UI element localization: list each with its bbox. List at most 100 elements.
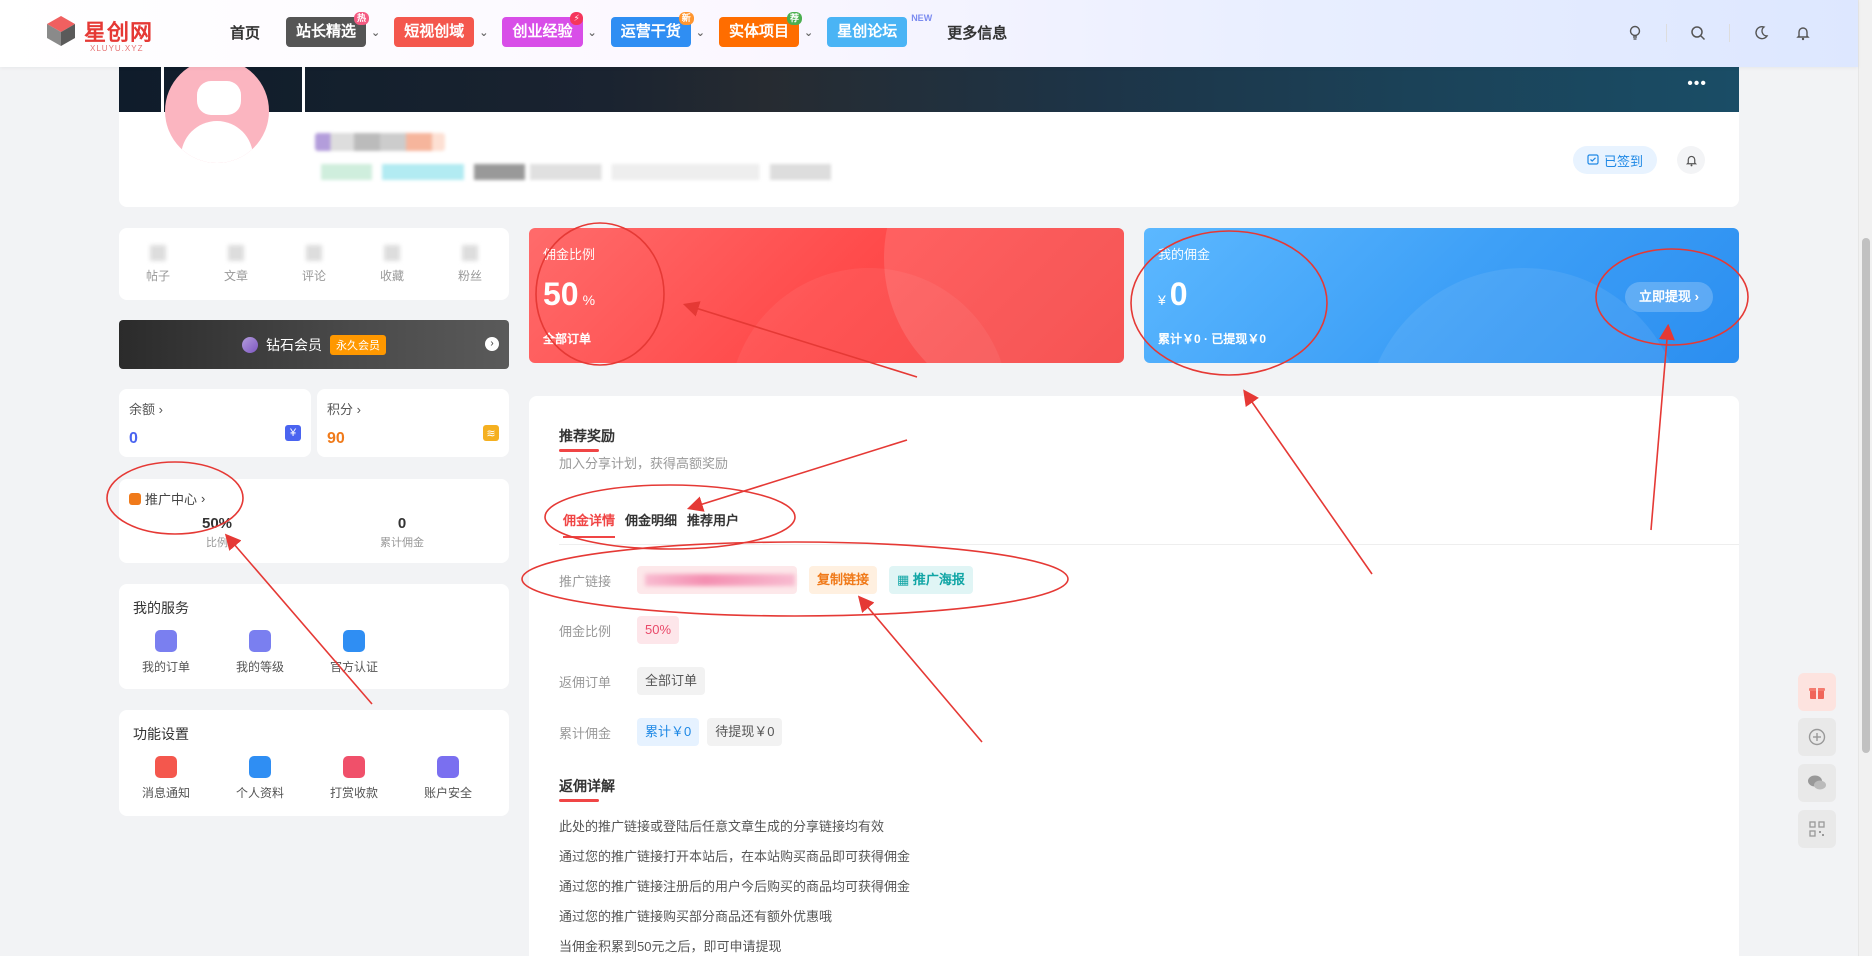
services-title: 我的服务 <box>133 600 189 616</box>
stat-label: 文章 <box>223 268 248 283</box>
stat-label: 评论 <box>301 268 326 283</box>
nav-item-3[interactable]: 创业经验 ⚡ ⌄ <box>502 12 597 47</box>
reward-tab-2[interactable]: 推荐用户 <box>687 510 739 529</box>
signed-in-button[interactable]: 已签到 <box>1572 146 1657 174</box>
promo-commission: 0 累计佣金 <box>342 515 462 550</box>
order-value-tag: 全部订单 <box>637 667 706 695</box>
scrollbar-thumb[interactable] <box>1862 238 1870 753</box>
vip-banner[interactable]: 钻石会员 永久会员 › <box>119 320 509 369</box>
withdraw-button[interactable]: 立即提现 › <box>1625 282 1713 312</box>
order-row: 返佣订单 全部订单 <box>559 667 706 695</box>
detail-line: 此处的推广链接或登陆后任意文章生成的分享链接均有效 <box>559 819 885 834</box>
promo-link-row: 推广链接 复制链接 ▦ 推广海报 <box>559 566 973 594</box>
functions-item[interactable]: 打赏收款 <box>307 756 401 801</box>
detail-line: 通过您的推广链接购买部分商品还有额外优惠哦 <box>559 909 833 924</box>
rate-card-value: 50% <box>543 276 595 313</box>
stat-value-blurred <box>150 244 166 261</box>
services-list: 我的订单 我的等级 官方认证 <box>119 630 509 675</box>
my-commission-card: 我的佣金 ¥0 累计￥0 · 已提现￥0 立即提现 › <box>1144 228 1739 363</box>
logo-subtext: XLUYU.XYZ <box>90 44 144 53</box>
nav-item-6[interactable]: 星创论坛 NEW <box>827 13 932 47</box>
promo-center-link[interactable]: 推广中心 › <box>129 489 205 508</box>
header-actions <box>1624 22 1814 44</box>
reward-tabs: 佣金详情 佣金明细 推荐用户 <box>563 510 739 538</box>
nav-item-5[interactable]: 实体项目荐 ⌄ <box>718 12 814 47</box>
bell-icon[interactable] <box>1792 22 1814 44</box>
poster-label: 推广海报 <box>912 572 965 587</box>
reward-tab-0[interactable]: 佣金详情 <box>563 510 616 538</box>
services-item[interactable]: 我的等级 <box>213 630 307 675</box>
nav-item-0[interactable]: 首页 <box>226 17 272 47</box>
chevron-down-icon: ⌄ <box>479 26 489 39</box>
services-item[interactable]: 我的订单 <box>119 630 213 675</box>
qrcode-icon[interactable] <box>1798 810 1836 848</box>
total-row: 累计佣金 累计￥0 待提现￥0 <box>559 718 783 746</box>
search-icon[interactable] <box>1687 22 1709 44</box>
vip-tag: 永久会员 <box>330 334 386 355</box>
plus-circle-icon[interactable] <box>1798 718 1836 756</box>
function-settings-card: 功能设置 消息通知 个人资料 打赏收款 账户安全 <box>119 710 509 816</box>
stat-label: 收藏 <box>379 268 404 283</box>
notification-bell-button[interactable] <box>1677 146 1705 174</box>
balance-title: 余额 <box>129 402 156 417</box>
chevron-down-icon: ⌄ <box>587 26 597 39</box>
copy-link-button[interactable]: 复制链接 <box>809 566 878 594</box>
nav-new-badge: NEW <box>911 13 933 23</box>
wechat-icon[interactable] <box>1798 764 1836 802</box>
wallet-card-sub: 累计￥0 · 已提现￥0 <box>1158 332 1267 346</box>
wallet-total: 累计￥0 <box>1158 332 1201 346</box>
balance-card[interactable]: 余额 › 0 ¥ <box>119 389 311 457</box>
reward-title: 推荐奖励 <box>559 428 615 452</box>
stat-item[interactable]: 评论 <box>284 244 344 284</box>
nav-label: 更多信息 <box>947 24 1008 42</box>
wallet-withdrawn: 已提现￥0 <box>1211 332 1267 346</box>
services-item[interactable]: 官方认证 <box>307 630 401 675</box>
my-services-card: 我的服务 我的订单 我的等级 官方认证 <box>119 584 509 689</box>
page-scrollbar[interactable] <box>1858 0 1872 956</box>
stat-item[interactable]: 收藏 <box>362 244 422 284</box>
promo-commission-label: 累计佣金 <box>380 537 424 549</box>
user-description-blurred <box>321 164 831 180</box>
nav-item-7[interactable]: 更多信息 <box>943 17 1019 47</box>
more-icon[interactable]: ••• <box>1687 75 1707 93</box>
tab-divider <box>559 544 1739 545</box>
promo-poster-button[interactable]: ▦ 推广海报 <box>889 566 973 594</box>
diamond-icon <box>242 336 258 353</box>
gift-icon <box>343 756 365 778</box>
chevron-right-icon: › <box>356 402 361 417</box>
nav-badge: ⚡ <box>570 12 583 25</box>
total-label: 累计佣金 <box>559 725 612 741</box>
stat-item[interactable]: 文章 <box>206 244 266 284</box>
currency-symbol: ¥ <box>1158 292 1166 308</box>
chevron-down-icon: ⌄ <box>371 26 381 39</box>
promo-link-value-blurred[interactable] <box>637 566 797 594</box>
cube-logo-icon <box>47 16 75 46</box>
moon-icon[interactable] <box>1750 22 1772 44</box>
site-logo[interactable]: 星创网 <box>44 14 153 48</box>
functions-item[interactable]: 账户安全 <box>401 756 495 801</box>
profile-card: ••• 已签到 <box>119 59 1739 207</box>
wallet-icon: ¥ <box>285 425 301 441</box>
avatar[interactable] <box>165 59 269 163</box>
rate-label: 佣金比例 <box>559 623 612 639</box>
stat-value-blurred <box>384 244 400 261</box>
nav-item-4[interactable]: 运营干货新 ⌄ <box>610 12 705 47</box>
nav-item-2[interactable]: 短视创域 ⌄ <box>394 17 488 47</box>
services-item-label: 官方认证 <box>329 660 378 674</box>
stat-item[interactable]: 帖子 <box>128 244 188 284</box>
gift-icon[interactable] <box>1798 673 1836 711</box>
bell-icon <box>1685 155 1697 166</box>
points-card[interactable]: 积分 › 90 ≋ <box>317 389 509 457</box>
functions-item[interactable]: 消息通知 <box>119 756 213 801</box>
clipboard-icon <box>155 630 177 652</box>
avatar-face <box>197 81 241 115</box>
lightbulb-icon[interactable] <box>1624 22 1646 44</box>
reward-subtitle: 加入分享计划，获得高额奖励 <box>559 456 729 471</box>
chevron-down-icon: ⌄ <box>803 26 814 39</box>
functions-item[interactable]: 个人资料 <box>213 756 307 801</box>
nav-item-1[interactable]: 站长精选热 ⌄ <box>286 12 381 47</box>
reward-tab-1[interactable]: 佣金明细 <box>625 510 677 529</box>
stat-item[interactable]: 粉丝 <box>440 244 500 284</box>
promo-rate-label: 比例 <box>206 537 228 549</box>
nav-label: 首页 <box>230 24 261 42</box>
